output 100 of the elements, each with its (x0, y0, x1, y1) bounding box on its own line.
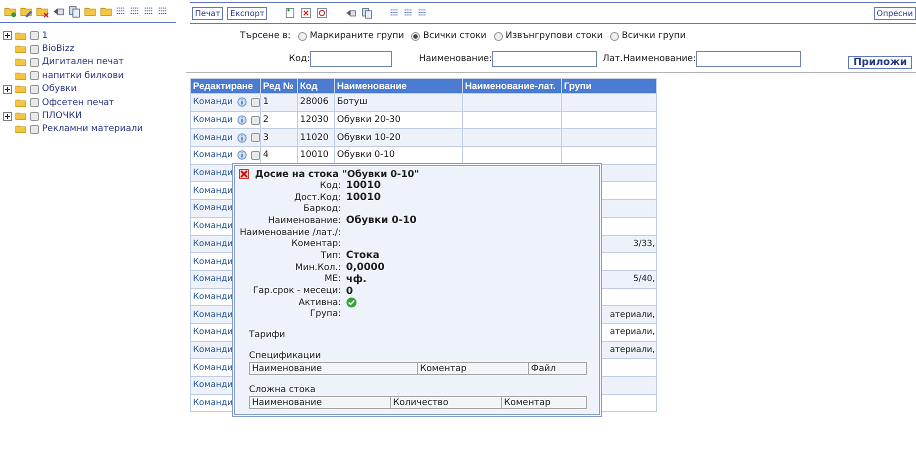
radio-button[interactable] (298, 32, 307, 40)
folder-icon (15, 110, 27, 122)
checkbox[interactable] (30, 58, 39, 67)
new-document-icon[interactable] (284, 7, 296, 19)
checkbox[interactable] (30, 71, 39, 80)
checkbox[interactable] (30, 98, 39, 108)
radio-button[interactable] (411, 32, 420, 40)
document-refresh-icon[interactable] (316, 7, 328, 19)
list-icon[interactable] (130, 6, 141, 16)
field-value: 0 (346, 286, 353, 297)
refresh-button[interactable]: Опресни (874, 6, 916, 20)
field-label: Код: (318, 180, 342, 191)
radio-label: Маркираните групи (310, 31, 404, 41)
copy-icon[interactable] (361, 7, 374, 19)
checkbox[interactable] (250, 133, 260, 142)
column-header: Коментар (503, 397, 552, 408)
folder-icon (15, 56, 27, 68)
checkbox[interactable] (30, 31, 39, 40)
column-header: Наименование (250, 397, 391, 408)
folder-icon (15, 123, 27, 136)
field-label: Тип: (320, 250, 342, 261)
info-icon[interactable] (236, 132, 247, 143)
field-value: 10010 (346, 180, 381, 192)
field-label: Баркод: (302, 204, 342, 214)
field-label: Наименование /лат./: (239, 228, 342, 238)
expand-icon[interactable] (3, 84, 12, 94)
tree-item[interactable]: Офсетен печат (42, 98, 114, 108)
checkbox[interactable] (250, 150, 260, 160)
folder-icon (15, 96, 27, 109)
checkbox[interactable] (250, 116, 260, 125)
field-label: Коментар: (290, 239, 342, 250)
column-header: Ред № (260, 78, 298, 94)
field-value: Стока (346, 250, 380, 262)
radio-button[interactable] (610, 32, 619, 40)
input-field[interactable] (310, 51, 392, 67)
field-value: Обувки 0-10 (346, 215, 417, 226)
column-header: Наименование (334, 78, 462, 94)
list-icon[interactable] (404, 8, 414, 18)
toolbar-button[interactable]: Печат (192, 6, 224, 20)
expand-icon[interactable] (3, 112, 12, 121)
section-title: Тарифи (249, 330, 286, 342)
section-title: Сложна стока (249, 385, 317, 396)
delete-document-icon[interactable] (300, 7, 312, 19)
checkbox[interactable] (30, 124, 39, 134)
checkbox[interactable] (250, 98, 260, 107)
checkbox[interactable] (30, 84, 39, 94)
close-icon[interactable] (239, 169, 249, 179)
field-label: Активна: (298, 298, 342, 308)
tree-item[interactable]: ПЛОЧКИ (42, 111, 82, 122)
copy-icon[interactable] (68, 4, 81, 18)
folder-icon (15, 30, 27, 42)
column-header: Коментар (418, 363, 529, 374)
list-icon[interactable] (390, 8, 400, 18)
column-header: Редактиране (190, 78, 260, 94)
expand-icon[interactable] (3, 31, 12, 40)
field-label: Гар.срок - месеци: (252, 286, 342, 296)
checkbox[interactable] (30, 44, 39, 54)
field-label: Лат.Наименование: (602, 54, 696, 64)
field-label: Код: (288, 54, 310, 64)
section-title: Спецификации (249, 351, 322, 362)
field-label: Група: (309, 309, 342, 320)
list-icon[interactable] (418, 8, 428, 18)
table-cell: Ботуш (334, 94, 462, 112)
toolbar-button[interactable]: Експорт (227, 6, 268, 20)
radio-button[interactable] (494, 32, 502, 40)
table-cell: 1 (260, 94, 298, 112)
tree-item[interactable]: Рекламни материали (42, 124, 143, 134)
input-field[interactable] (492, 51, 597, 67)
column-header: Файл (530, 363, 557, 374)
apply-button[interactable]: Приложи (848, 56, 912, 68)
info-icon[interactable] (236, 97, 247, 108)
tree-item[interactable]: BioBizz (42, 44, 74, 54)
field-label: Наименование: (267, 216, 342, 226)
tree-item[interactable]: 1 (42, 30, 48, 41)
checkbox[interactable] (30, 112, 39, 121)
field-value: 0,0000 (346, 262, 385, 274)
folder-icon (15, 83, 27, 96)
column-header: Наименование (250, 363, 418, 374)
info-icon[interactable] (236, 115, 247, 126)
input-field[interactable] (696, 51, 801, 67)
list-icon[interactable] (116, 6, 127, 16)
folder-icon (15, 43, 27, 56)
table-cell: 28006 (298, 94, 334, 112)
field-label: Дост.Код: (293, 192, 342, 203)
back-icon[interactable] (345, 7, 358, 19)
tree-item[interactable]: Дигитален печат (42, 57, 124, 68)
field-label: МЕ: (324, 274, 342, 284)
column-header: Групи (562, 78, 656, 94)
tree-item[interactable]: Обувки (42, 84, 77, 94)
search-label: Търсене в: (240, 31, 291, 41)
field-label: Мин.Кол.: (294, 262, 342, 273)
radio-label: Всички групи (622, 31, 686, 41)
radio-label: Всички стоки (423, 31, 486, 41)
list-icon[interactable] (144, 6, 155, 16)
info-icon[interactable] (236, 150, 247, 160)
field-value: чф. (346, 274, 367, 285)
column-header: Наименование-лат. (462, 78, 562, 94)
field-label: Наименование: (419, 54, 492, 64)
tree-item[interactable]: напитки билкови (42, 70, 124, 81)
list-icon[interactable] (158, 6, 169, 16)
